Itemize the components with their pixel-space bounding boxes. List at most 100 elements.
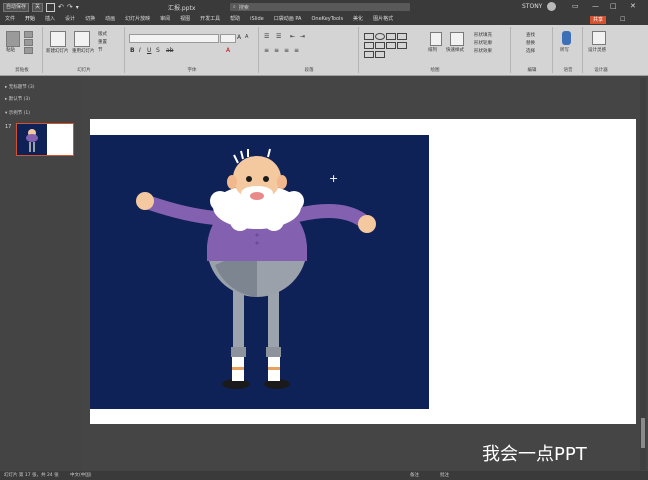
align-right-icon[interactable]: ≡ xyxy=(284,47,289,54)
tab-item[interactable]: 视图 xyxy=(175,14,195,25)
slide-thumbnail[interactable] xyxy=(16,123,74,156)
tab-item[interactable]: 插入 xyxy=(40,14,60,25)
tab-item[interactable]: 开发工具 xyxy=(195,14,225,25)
scrollbar-thumb[interactable] xyxy=(641,418,645,448)
format-painter-icon[interactable] xyxy=(24,47,33,54)
shape-oval-icon[interactable] xyxy=(375,33,385,40)
notes-button[interactable]: 备注 xyxy=(410,472,419,478)
customize-icon[interactable]: ▾ xyxy=(76,4,79,11)
group-label-paragraph: 段落 xyxy=(304,68,314,73)
section-header[interactable]: ▾ 示例节 (1) xyxy=(5,110,30,116)
tab-item[interactable]: 设计 xyxy=(60,14,80,25)
minimize-icon[interactable]: — xyxy=(592,2,599,10)
maximize-icon[interactable]: □ xyxy=(610,2,617,10)
reuse-slides-icon[interactable] xyxy=(74,31,90,47)
quick-styles-icon[interactable] xyxy=(450,32,464,46)
arrange-label: 排列 xyxy=(428,48,437,53)
shape-line-icon[interactable] xyxy=(397,33,407,40)
shape-brace-icon[interactable] xyxy=(397,42,407,49)
section-name: 默认节 (3) xyxy=(8,97,31,102)
microphone-icon[interactable] xyxy=(562,31,571,45)
shape-pentagon-icon[interactable] xyxy=(375,51,385,58)
tab-item[interactable]: 文件 xyxy=(0,14,20,25)
arrange-icon[interactable] xyxy=(430,32,442,46)
tab-item[interactable]: 幻灯片放映 xyxy=(120,14,155,25)
shape-fill-button[interactable]: 形状填充 xyxy=(474,32,492,38)
vertical-scrollbar[interactable] xyxy=(640,78,646,470)
comments-button[interactable]: 批注 xyxy=(440,472,449,478)
cut-icon[interactable] xyxy=(24,31,33,38)
font-color-icon[interactable]: A xyxy=(226,47,230,54)
tab-item[interactable]: 美化 xyxy=(348,14,368,25)
save-icon[interactable] xyxy=(46,2,56,12)
language-indicator[interactable]: 中文(中国) xyxy=(70,472,92,478)
shape-arrow-icon[interactable] xyxy=(375,42,385,49)
user-name[interactable]: STONY xyxy=(522,3,542,10)
shape-callout-icon[interactable] xyxy=(364,51,374,58)
design-ideas-icon[interactable] xyxy=(592,31,606,45)
search-placeholder: 搜索 xyxy=(238,4,249,11)
bold-icon[interactable]: B xyxy=(130,47,135,54)
undo-icon[interactable]: ↶ xyxy=(58,3,64,11)
justify-icon[interactable]: ≡ xyxy=(294,47,299,54)
ribbon: 粘贴 剪贴板 新建幻灯片 重用幻灯片 版式 重置 节 幻灯片 A A B I U… xyxy=(0,25,648,76)
shape-star-icon[interactable] xyxy=(386,42,396,49)
font-size-select[interactable] xyxy=(220,34,236,43)
tab-item[interactable]: 帮助 xyxy=(225,14,245,25)
section-header[interactable]: ▸ 默认节 (3) xyxy=(5,96,30,102)
underline-icon[interactable]: U xyxy=(147,47,151,54)
slide-image[interactable] xyxy=(90,135,429,409)
shape-effects-button[interactable]: 形状效果 xyxy=(474,48,492,54)
italic-icon[interactable]: I xyxy=(139,47,141,54)
ribbon-options-icon[interactable]: ▭ xyxy=(572,2,579,10)
search-icon: ⌕ xyxy=(233,4,236,10)
strikethrough-icon[interactable]: ab xyxy=(166,47,174,54)
watermark-text: 我会一点PPT xyxy=(482,444,587,465)
ribbon-tabs: 文件 开始 插入 设计 切换 动画 幻灯片放映 审阅 视图 开发工具 帮助 iSlide 口袋动画 PA… xyxy=(0,14,648,26)
layout-button[interactable]: 版式 xyxy=(98,31,107,37)
numbering-icon[interactable]: ☰ xyxy=(276,33,281,40)
grow-font-icon[interactable]: A xyxy=(237,34,241,41)
tab-item[interactable]: 图片格式 xyxy=(368,14,398,25)
redo-icon[interactable]: ↷ xyxy=(67,3,73,11)
paste-icon[interactable] xyxy=(6,31,20,47)
shape-triangle-icon[interactable] xyxy=(364,42,374,49)
search-box[interactable]: ⌕ 搜索 xyxy=(230,3,410,11)
tab-item[interactable]: 开始 xyxy=(20,14,41,26)
document-name[interactable]: 汇报.pptx xyxy=(168,3,195,12)
section-button[interactable]: 节 xyxy=(98,47,103,53)
section-header[interactable]: ▸ 无标题节 (3) xyxy=(5,84,35,90)
reset-button[interactable]: 重置 xyxy=(98,39,107,45)
select-button[interactable]: 选择 xyxy=(526,48,535,54)
shape-outline-button[interactable]: 形状轮廓 xyxy=(474,40,492,46)
comment-icon[interactable]: ☐ xyxy=(620,16,625,23)
shadow-icon[interactable]: S xyxy=(156,47,160,54)
share-button[interactable]: 共享 xyxy=(590,16,607,24)
avatar[interactable] xyxy=(547,2,556,11)
group-voice: 听写 语音 xyxy=(554,27,583,73)
decrease-indent-icon[interactable]: ⇤ xyxy=(290,33,295,40)
group-editing: 查找 替换 选择 编辑 xyxy=(512,27,553,73)
align-left-icon[interactable]: ≡ xyxy=(264,47,269,54)
find-button[interactable]: 查找 xyxy=(526,32,535,38)
copy-icon[interactable] xyxy=(24,39,33,46)
slide-counter: 幻灯片 第 17 张，共 24 张 xyxy=(4,473,59,478)
tab-item[interactable]: 审阅 xyxy=(155,14,175,25)
autosave-toggle[interactable]: 关 xyxy=(32,2,44,12)
tab-item[interactable]: iSlide xyxy=(245,14,269,25)
bullets-icon[interactable]: ☰ xyxy=(264,33,269,40)
increase-indent-icon[interactable]: ⇥ xyxy=(300,33,305,40)
shape-rectangle-icon[interactable] xyxy=(364,33,374,40)
dictate-label: 听写 xyxy=(560,48,569,53)
tab-item[interactable]: 动画 xyxy=(100,14,120,25)
tab-item[interactable]: OneKeyTools xyxy=(306,14,348,25)
align-center-icon[interactable]: ≡ xyxy=(274,47,279,54)
shrink-font-icon[interactable]: A xyxy=(245,34,248,40)
new-slide-icon[interactable] xyxy=(50,31,66,47)
font-family-select[interactable] xyxy=(129,34,219,43)
replace-button[interactable]: 替换 xyxy=(526,40,535,46)
tab-item[interactable]: 口袋动画 PA xyxy=(269,14,307,25)
shape-textbox-icon[interactable] xyxy=(386,33,396,40)
close-icon[interactable]: ✕ xyxy=(630,2,636,10)
tab-item[interactable]: 切换 xyxy=(80,14,100,25)
